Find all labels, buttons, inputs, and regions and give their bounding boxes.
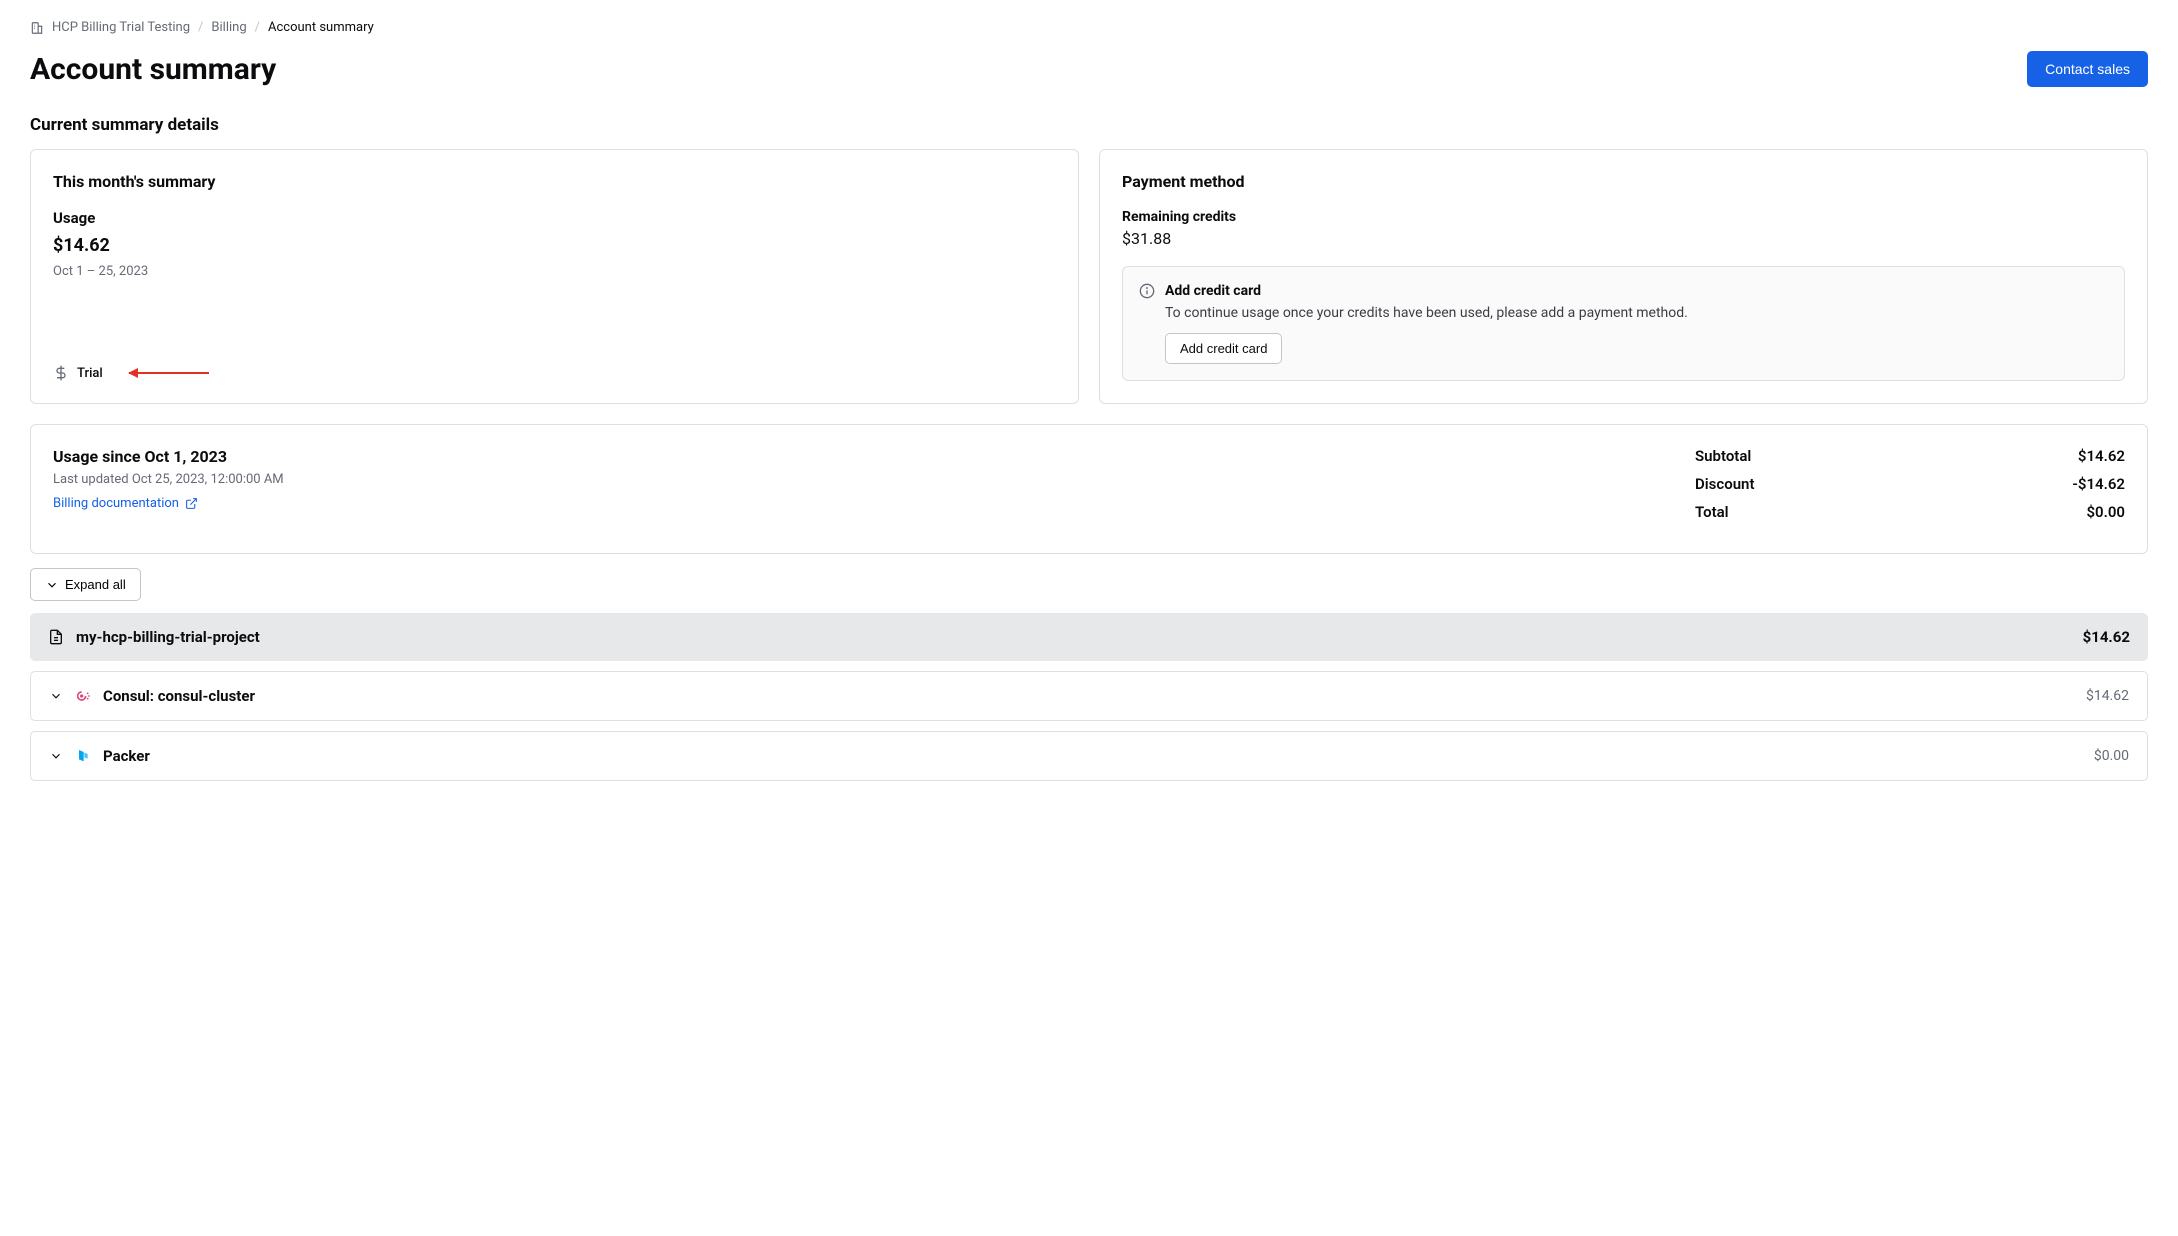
service-row-packer[interactable]: Packer $0.00 <box>30 731 2148 781</box>
org-icon <box>30 21 44 35</box>
last-updated: Last updated Oct 25, 2023, 12:00:00 AM <box>53 472 1695 487</box>
service-name: Consul: consul-cluster <box>103 687 2074 705</box>
add-card-alert: Add credit card To continue usage once y… <box>1122 266 2125 381</box>
breadcrumb-current: Account summary <box>268 20 374 35</box>
project-header: my-hcp-billing-trial-project $14.62 <box>30 613 2148 661</box>
dollar-icon <box>53 365 69 381</box>
month-summary-card: This month's summary Usage $14.62 Oct 1 … <box>30 149 1079 404</box>
breadcrumb-sep: / <box>255 20 260 35</box>
service-name: Packer <box>103 747 2082 765</box>
payment-method-card: Payment method Remaining credits $31.88 … <box>1099 149 2148 404</box>
external-link-icon <box>185 497 198 510</box>
add-credit-card-button[interactable]: Add credit card <box>1165 333 1282 364</box>
doc-link-text: Billing documentation <box>53 496 179 511</box>
service-row-consul[interactable]: Consul: consul-cluster $14.62 <box>30 671 2148 721</box>
chevron-down-icon <box>49 689 63 703</box>
usage-amount: $14.62 <box>53 235 1056 256</box>
packer-icon <box>75 748 91 764</box>
breadcrumb-sep: / <box>198 20 203 35</box>
discount-label: Discount <box>1695 475 1754 493</box>
usage-label: Usage <box>53 209 1056 227</box>
trial-badge: Trial <box>77 366 103 381</box>
payment-card-title: Payment method <box>1122 172 2125 191</box>
expand-all-label: Expand all <box>65 577 126 592</box>
service-amount: $0.00 <box>2094 748 2129 764</box>
chevron-down-icon <box>49 749 63 763</box>
breadcrumb: HCP Billing Trial Testing / Billing / Ac… <box>30 20 2148 35</box>
total-value: $0.00 <box>2086 503 2125 521</box>
credits-label: Remaining credits <box>1122 209 2125 225</box>
page-title: Account summary <box>30 52 276 87</box>
arrow-annotation <box>129 372 209 374</box>
info-icon <box>1139 283 1155 299</box>
contact-sales-button[interactable]: Contact sales <box>2027 51 2148 87</box>
billing-docs-link[interactable]: Billing documentation <box>53 496 198 511</box>
breadcrumb-billing[interactable]: Billing <box>211 20 246 35</box>
usage-since-card: Usage since Oct 1, 2023 Last updated Oct… <box>30 424 2148 554</box>
consul-icon <box>75 688 91 704</box>
subtotal-label: Subtotal <box>1695 447 1751 465</box>
totals-block: Subtotal $14.62 Discount -$14.62 Total $… <box>1695 447 2125 531</box>
usage-range: Oct 1 – 25, 2023 <box>53 264 1056 279</box>
section-title: Current summary details <box>30 115 2148 135</box>
chevron-down-icon <box>45 578 59 592</box>
alert-title: Add credit card <box>1165 283 1261 299</box>
credits-amount: $31.88 <box>1122 229 2125 248</box>
page-header: Account summary Contact sales <box>30 51 2148 87</box>
subtotal-value: $14.62 <box>2078 447 2125 465</box>
breadcrumb-org[interactable]: HCP Billing Trial Testing <box>52 20 190 35</box>
alert-body: To continue usage once your credits have… <box>1165 305 2108 321</box>
file-icon <box>48 629 64 645</box>
usage-since-title: Usage since Oct 1, 2023 <box>53 447 1695 466</box>
project-name: my-hcp-billing-trial-project <box>76 628 2071 646</box>
discount-value: -$14.62 <box>2072 475 2125 493</box>
project-amount: $14.62 <box>2083 628 2130 646</box>
service-amount: $14.62 <box>2086 688 2129 704</box>
month-card-title: This month's summary <box>53 172 1056 191</box>
total-label: Total <box>1695 503 1729 521</box>
expand-all-button[interactable]: Expand all <box>30 568 141 601</box>
